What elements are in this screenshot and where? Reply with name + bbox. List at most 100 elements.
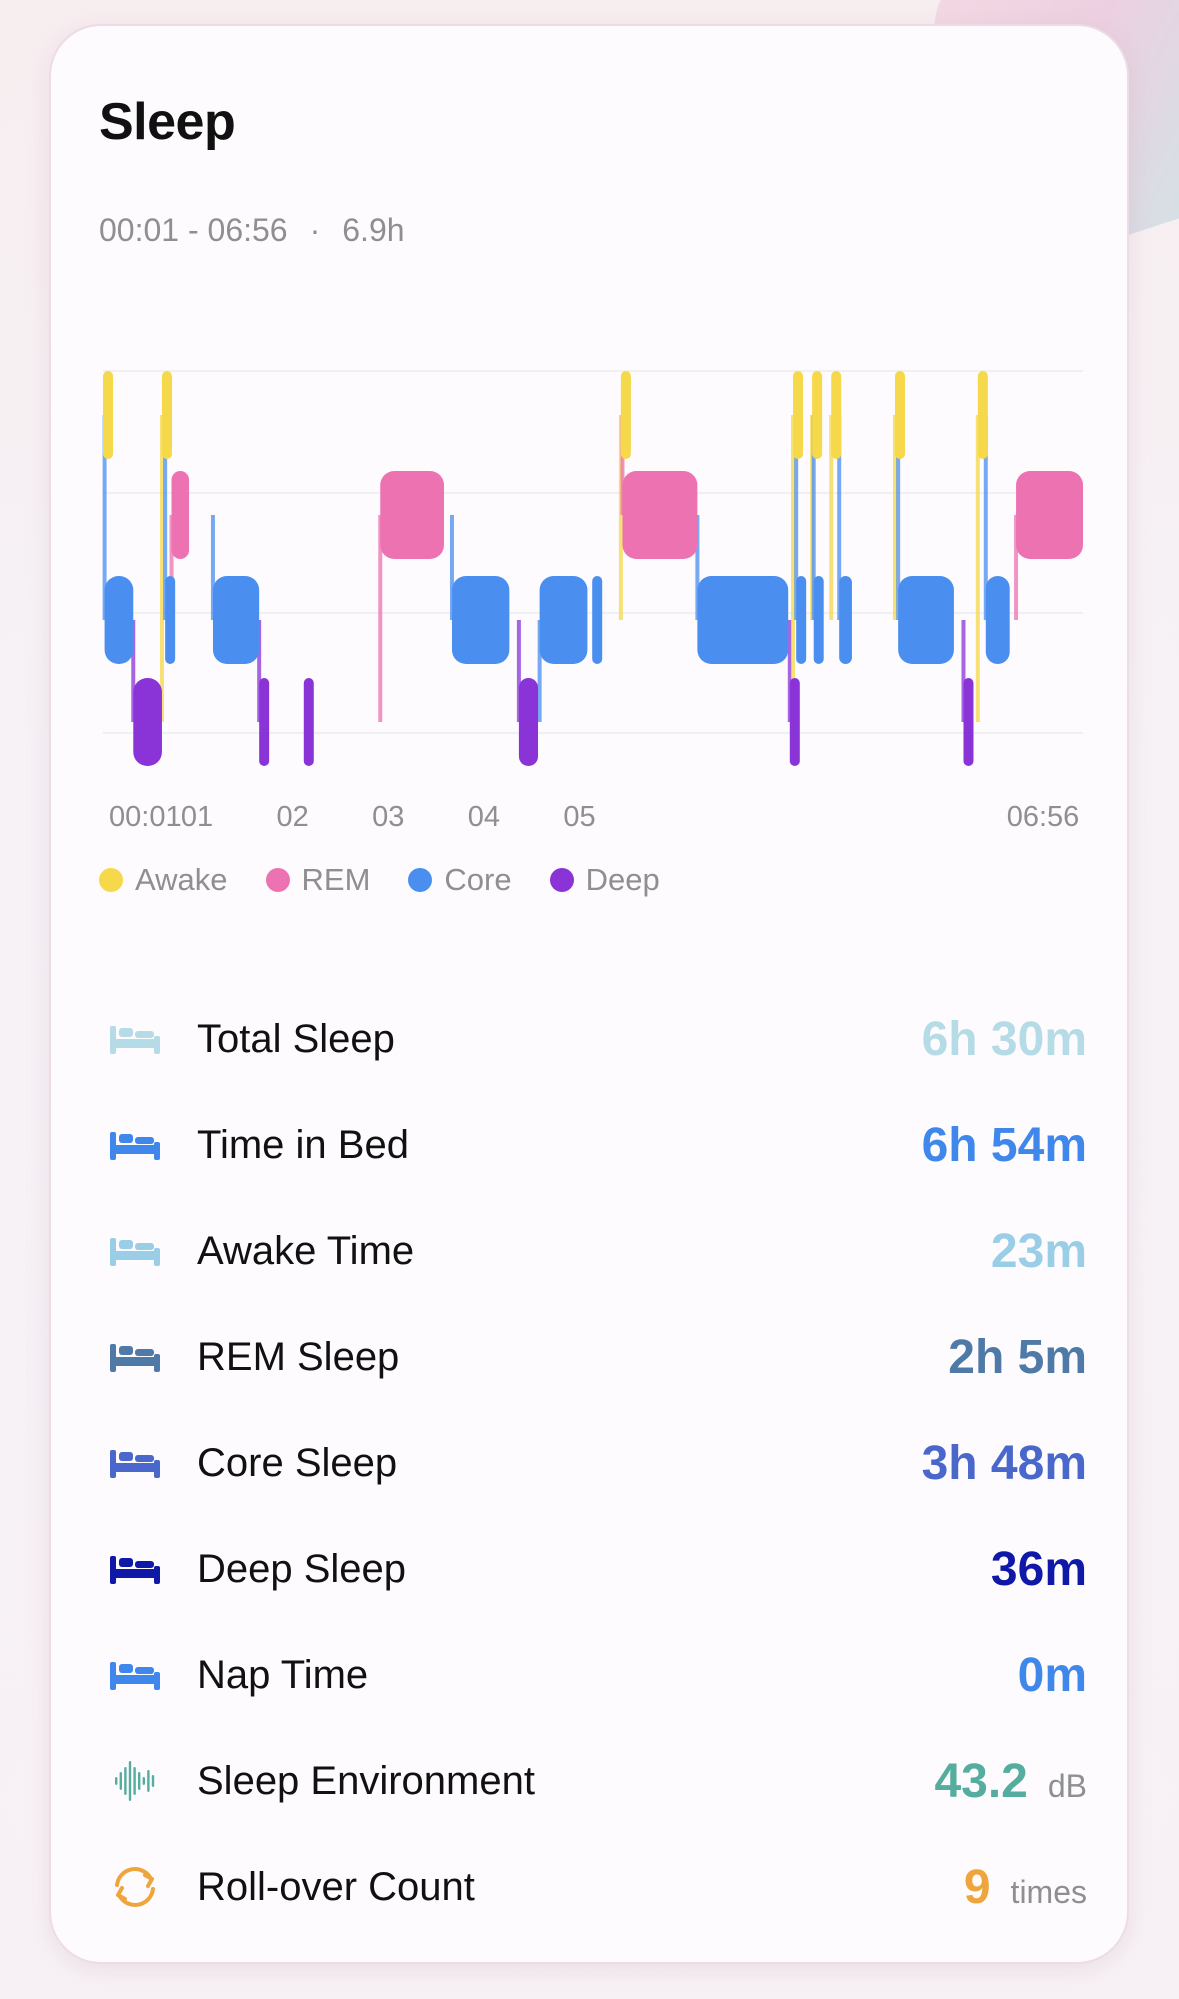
sleep-segment-deep[interactable] bbox=[789, 678, 800, 766]
stat-value: 36m bbox=[990, 1542, 1087, 1596]
stat-value: 9 bbox=[963, 1860, 991, 1914]
stat-row[interactable]: Core Sleep 3h 48m bbox=[107, 1410, 1087, 1516]
sleep-segment-deep[interactable] bbox=[133, 678, 162, 766]
bed-icon bbox=[107, 1011, 163, 1067]
stat-value-group: 2h 5m bbox=[948, 1330, 1087, 1385]
stat-label: Deep Sleep bbox=[197, 1546, 407, 1591]
sleep-segment-core[interactable] bbox=[165, 576, 176, 664]
stat-label: Time in Bed bbox=[197, 1122, 409, 1167]
sleep-stats-list: Total Sleep 6h 30m Time in Bed 6h 54m Awake … bbox=[107, 986, 1087, 1940]
x-tick-label: 05 bbox=[563, 801, 595, 833]
legend-core-label: Core bbox=[444, 862, 512, 897]
stat-label: Sleep Environment bbox=[197, 1758, 535, 1803]
sleep-segment-rem[interactable] bbox=[380, 471, 445, 559]
sleep-segment-core[interactable] bbox=[539, 576, 588, 664]
bed-icon bbox=[107, 1541, 163, 1597]
stat-row[interactable]: Sleep Environment 43.2 dB bbox=[107, 1728, 1087, 1834]
legend-rem-dot bbox=[265, 868, 290, 892]
sleep-segment-core[interactable] bbox=[813, 576, 824, 664]
stat-value: 23m bbox=[990, 1224, 1087, 1278]
sleep-segment-core[interactable] bbox=[697, 576, 789, 664]
bed-icon bbox=[107, 1647, 163, 1703]
stat-value-group: 3h 48m bbox=[922, 1436, 1087, 1491]
sleep-card[interactable]: Sleep 00:01 - 06:56 · 6.9h 00:01 01 02 03 04… bbox=[49, 24, 1129, 1964]
rollover-icon bbox=[107, 1859, 163, 1915]
sleep-segment-deep[interactable] bbox=[518, 678, 539, 766]
stat-label: Roll-over Count bbox=[197, 1864, 475, 1909]
x-tick-label: 06:56 bbox=[1007, 801, 1080, 833]
sleep-segment-awake[interactable] bbox=[894, 371, 905, 459]
stat-unit: dB bbox=[1047, 1767, 1087, 1804]
stat-value-group: 43.2 dB bbox=[934, 1754, 1087, 1809]
stat-value: 6h 30m bbox=[921, 1012, 1087, 1066]
stat-label: Core Sleep bbox=[197, 1440, 398, 1485]
sleep-segment-deep[interactable] bbox=[963, 678, 974, 766]
sleep-segment-awake[interactable] bbox=[620, 371, 631, 459]
legend-awake-label: Awake bbox=[135, 862, 228, 897]
sleep-range: 00:01 - 06:56 · 6.9h bbox=[99, 212, 405, 249]
x-tick-label: 00:01 bbox=[109, 801, 182, 833]
sleep-segment-core[interactable] bbox=[451, 576, 510, 664]
legend-rem: REM bbox=[265, 862, 371, 898]
stat-label: Nap Time bbox=[197, 1652, 369, 1697]
stat-row[interactable]: Nap Time 0m bbox=[107, 1622, 1087, 1728]
legend-deep-dot bbox=[549, 868, 574, 892]
sleep-segment-awake[interactable] bbox=[812, 371, 823, 459]
stat-value-group: 0m bbox=[1018, 1648, 1087, 1703]
legend-deep-label: Deep bbox=[585, 862, 660, 897]
stat-value-group: 6h 54m bbox=[922, 1118, 1087, 1173]
stat-label: Awake Time bbox=[197, 1228, 415, 1273]
stat-label: REM Sleep bbox=[197, 1334, 400, 1379]
separator-dot: · bbox=[309, 212, 321, 248]
sleep-segment-core[interactable] bbox=[898, 576, 954, 664]
bed-icon bbox=[107, 1329, 163, 1385]
sleep-segment-core[interactable] bbox=[212, 576, 260, 664]
sleep-segment-deep[interactable] bbox=[259, 678, 270, 766]
stat-value-group: 6h 30m bbox=[922, 1012, 1087, 1067]
stat-row[interactable]: Roll-over Count 9 times bbox=[107, 1834, 1087, 1940]
sleep-stage-chart[interactable]: 00:01 01 02 03 04 05 06:56 bbox=[93, 326, 1093, 836]
sound-wave-icon bbox=[107, 1753, 163, 1809]
stat-label: Total Sleep bbox=[197, 1016, 395, 1061]
stat-value-group: 23m bbox=[991, 1224, 1087, 1279]
x-tick-label: 04 bbox=[468, 801, 500, 833]
bed-icon bbox=[107, 1223, 163, 1279]
sleep-segment-core[interactable] bbox=[104, 576, 134, 664]
sleep-time-range: 00:01 - 06:56 bbox=[99, 212, 288, 248]
legend-awake-dot bbox=[99, 868, 123, 892]
sleep-segment-core[interactable] bbox=[796, 576, 807, 664]
sleep-segment-awake[interactable] bbox=[103, 371, 113, 459]
legend-rem-label: REM bbox=[301, 862, 371, 897]
sleep-segment-rem[interactable] bbox=[1016, 471, 1083, 559]
sleep-segment-awake[interactable] bbox=[831, 371, 842, 459]
x-tick-label: 02 bbox=[276, 801, 308, 833]
sleep-duration: 6.9h bbox=[342, 212, 405, 248]
stat-value: 2h 5m bbox=[948, 1330, 1087, 1384]
stat-value-group: 36m bbox=[991, 1542, 1087, 1597]
sleep-segment-rem[interactable] bbox=[171, 471, 190, 559]
x-tick-label: 01 bbox=[181, 801, 213, 833]
sleep-segment-deep[interactable] bbox=[303, 678, 314, 766]
legend-core: Core bbox=[408, 862, 512, 898]
stat-row[interactable]: Awake Time 23m bbox=[107, 1198, 1087, 1304]
sleep-segment-core[interactable] bbox=[985, 576, 1010, 664]
sleep-segment-awake[interactable] bbox=[161, 371, 172, 459]
sleep-segment-core[interactable] bbox=[839, 576, 852, 664]
legend-deep: Deep bbox=[549, 862, 660, 898]
chart-legend: Awake REM Core Deep bbox=[99, 862, 660, 898]
bed-icon bbox=[107, 1117, 163, 1173]
sleep-segment-core[interactable] bbox=[592, 576, 603, 664]
sleep-segment-rem[interactable] bbox=[622, 471, 698, 559]
sleep-segment-awake[interactable] bbox=[977, 371, 988, 459]
card-title: Sleep bbox=[99, 93, 236, 151]
stat-value-group: 9 times bbox=[964, 1860, 1087, 1915]
sleep-segment-awake[interactable] bbox=[792, 371, 803, 459]
stat-value: 6h 54m bbox=[921, 1118, 1087, 1172]
stat-row[interactable]: Time in Bed 6h 54m bbox=[107, 1092, 1087, 1198]
bed-icon bbox=[107, 1435, 163, 1491]
legend-core-dot bbox=[408, 868, 433, 892]
stat-row[interactable]: Deep Sleep 36m bbox=[107, 1516, 1087, 1622]
stat-value: 0m bbox=[1017, 1648, 1087, 1702]
stat-row[interactable]: REM Sleep 2h 5m bbox=[107, 1304, 1087, 1410]
stat-row[interactable]: Total Sleep 6h 30m bbox=[107, 986, 1087, 1092]
